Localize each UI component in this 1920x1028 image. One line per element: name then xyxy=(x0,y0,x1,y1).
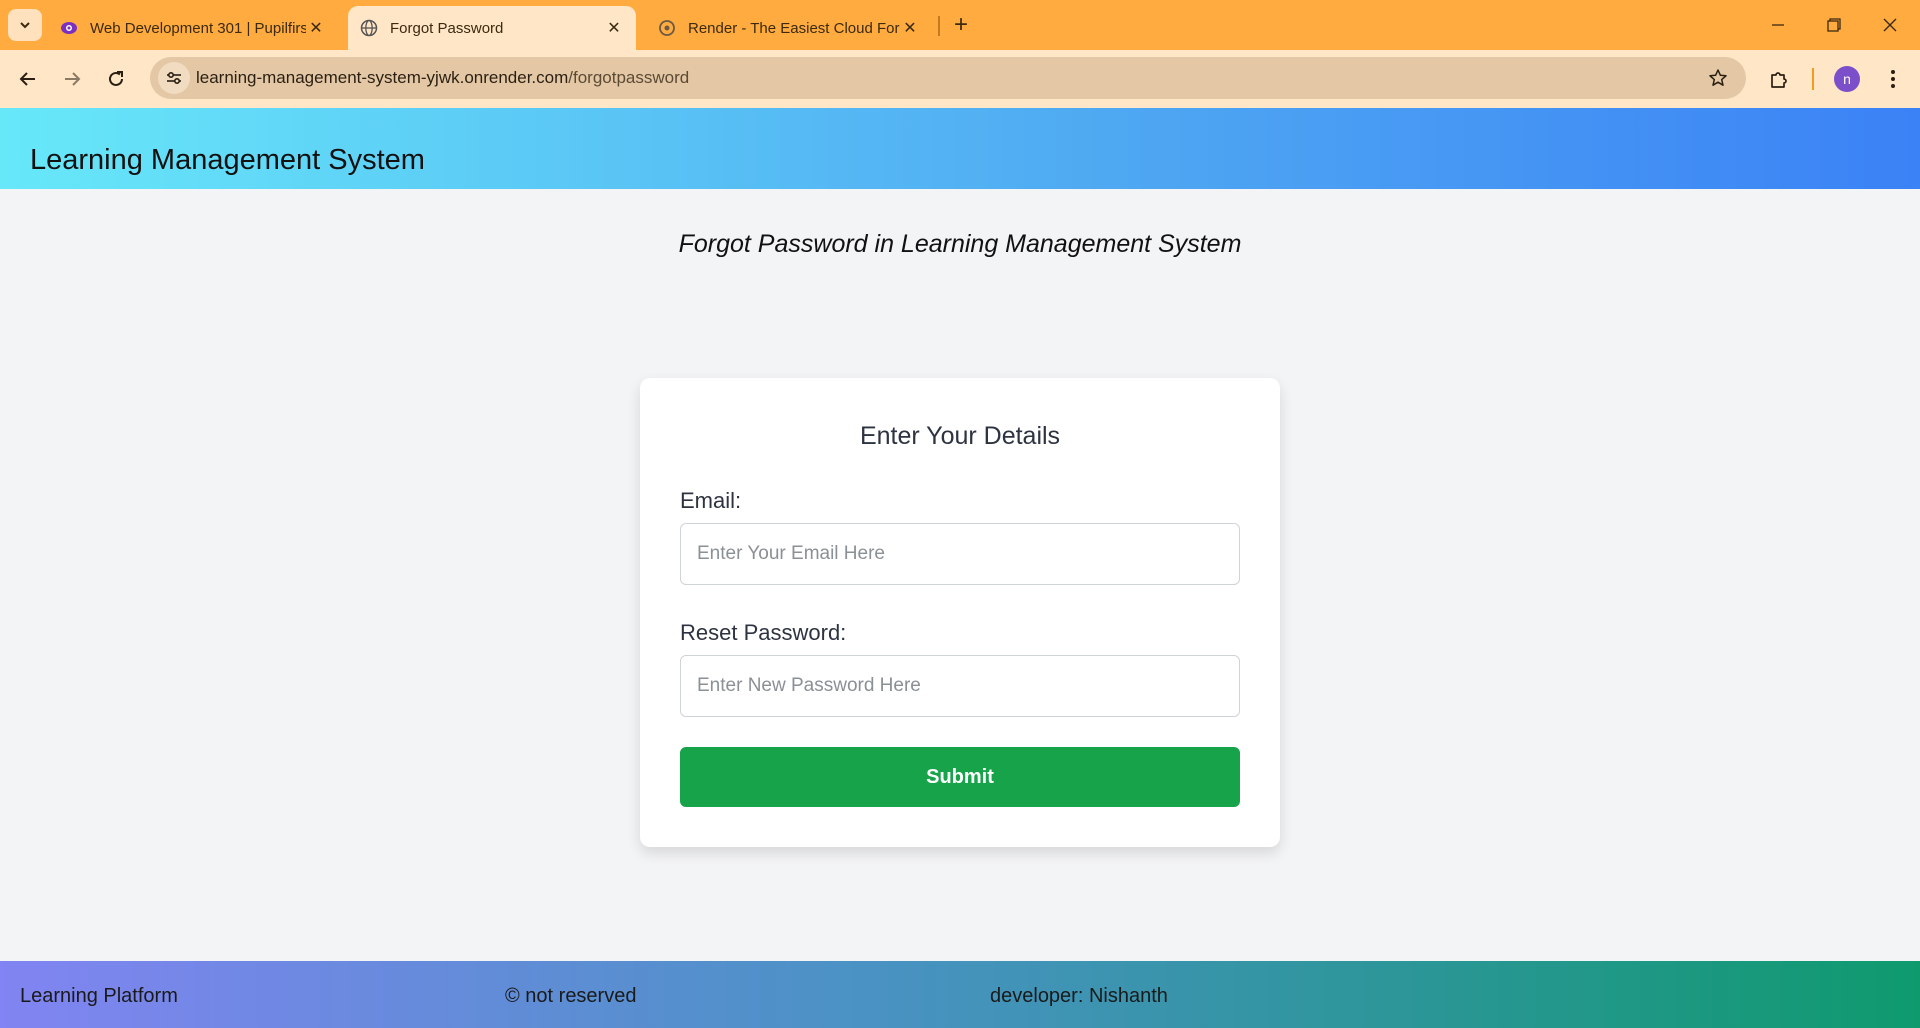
reload-icon xyxy=(109,71,123,86)
tab-web-development[interactable]: Web Development 301 | Pupilfirst ✕ xyxy=(48,6,338,50)
chevron-down-icon xyxy=(20,22,30,29)
close-icon xyxy=(1883,18,1897,32)
browser-toolbar: learning-management-system-yjwk.onrender… xyxy=(0,50,1920,108)
tab-title: Render - The Easiest Cloud For All xyxy=(688,19,900,37)
app-footer: Learning Platform © not reserved develop… xyxy=(0,961,1920,1028)
restore-button[interactable] xyxy=(1806,0,1862,50)
url-path: /forgotpassword xyxy=(568,68,690,87)
submit-button[interactable]: Submit xyxy=(680,747,1240,807)
email-label: Email: xyxy=(680,488,742,513)
app-title: Learning Management System xyxy=(30,144,425,176)
tab-divider xyxy=(938,16,940,36)
new-password-field[interactable] xyxy=(680,655,1240,717)
forgot-password-card: Enter Your Details Email: Reset Password… xyxy=(640,378,1280,847)
globe-icon xyxy=(360,19,378,37)
minimize-button[interactable] xyxy=(1750,0,1806,50)
tab-forgot-password[interactable]: Forgot Password ✕ xyxy=(348,6,636,50)
reset-password-label: Reset Password: xyxy=(680,620,847,645)
star-icon xyxy=(1709,69,1727,86)
url-text: learning-management-system-yjwk.onrender… xyxy=(196,68,689,88)
site-info-button[interactable] xyxy=(158,62,190,94)
forward-button[interactable] xyxy=(54,61,90,97)
bookmark-button[interactable] xyxy=(1706,66,1730,90)
page-heading: Forgot Password in Learning Management S… xyxy=(678,230,1242,258)
new-tab-button[interactable]: + xyxy=(948,11,974,38)
back-button[interactable] xyxy=(10,61,46,97)
card-title: Enter Your Details xyxy=(859,422,1061,450)
url-host: learning-management-system-yjwk.onrender… xyxy=(196,68,569,87)
tab-title: Forgot Password xyxy=(390,19,504,37)
close-icon[interactable]: ✕ xyxy=(306,18,326,38)
app-header: Learning Management System xyxy=(0,108,1920,189)
minimize-icon xyxy=(1772,24,1784,26)
email-field[interactable] xyxy=(680,523,1240,585)
restore-icon xyxy=(1827,18,1841,32)
render-icon xyxy=(658,19,676,37)
toolbar-divider xyxy=(1812,68,1814,90)
browser-menu-button[interactable] xyxy=(1878,64,1908,94)
arrow-left-icon xyxy=(19,72,35,86)
footer-copyright: © not reserved xyxy=(505,985,637,1007)
footer-developer: developer: Nishanth xyxy=(990,985,1168,1007)
arrow-right-icon xyxy=(65,72,81,86)
tune-icon xyxy=(167,71,181,85)
close-icon[interactable]: ✕ xyxy=(900,18,920,38)
tab-title: Web Development 301 | Pupilfirst xyxy=(90,19,306,37)
profile-avatar[interactable]: n xyxy=(1834,66,1860,92)
footer-platform-name: Learning Platform xyxy=(20,985,178,1007)
tab-render[interactable]: Render - The Easiest Cloud For All ✕ xyxy=(646,6,932,50)
more-vert-icon xyxy=(1891,70,1895,88)
extensions-button[interactable] xyxy=(1764,64,1794,94)
eye-icon xyxy=(60,19,78,37)
puzzle-icon xyxy=(1771,72,1787,88)
close-icon[interactable]: ✕ xyxy=(604,18,624,38)
browser-tab-strip: Web Development 301 | Pupilfirst ✕ Forgo… xyxy=(0,0,1920,50)
reload-button[interactable] xyxy=(98,61,134,97)
address-bar[interactable]: learning-management-system-yjwk.onrender… xyxy=(150,57,1746,99)
tab-search-button[interactable] xyxy=(8,9,42,41)
close-window-button[interactable] xyxy=(1862,0,1918,50)
